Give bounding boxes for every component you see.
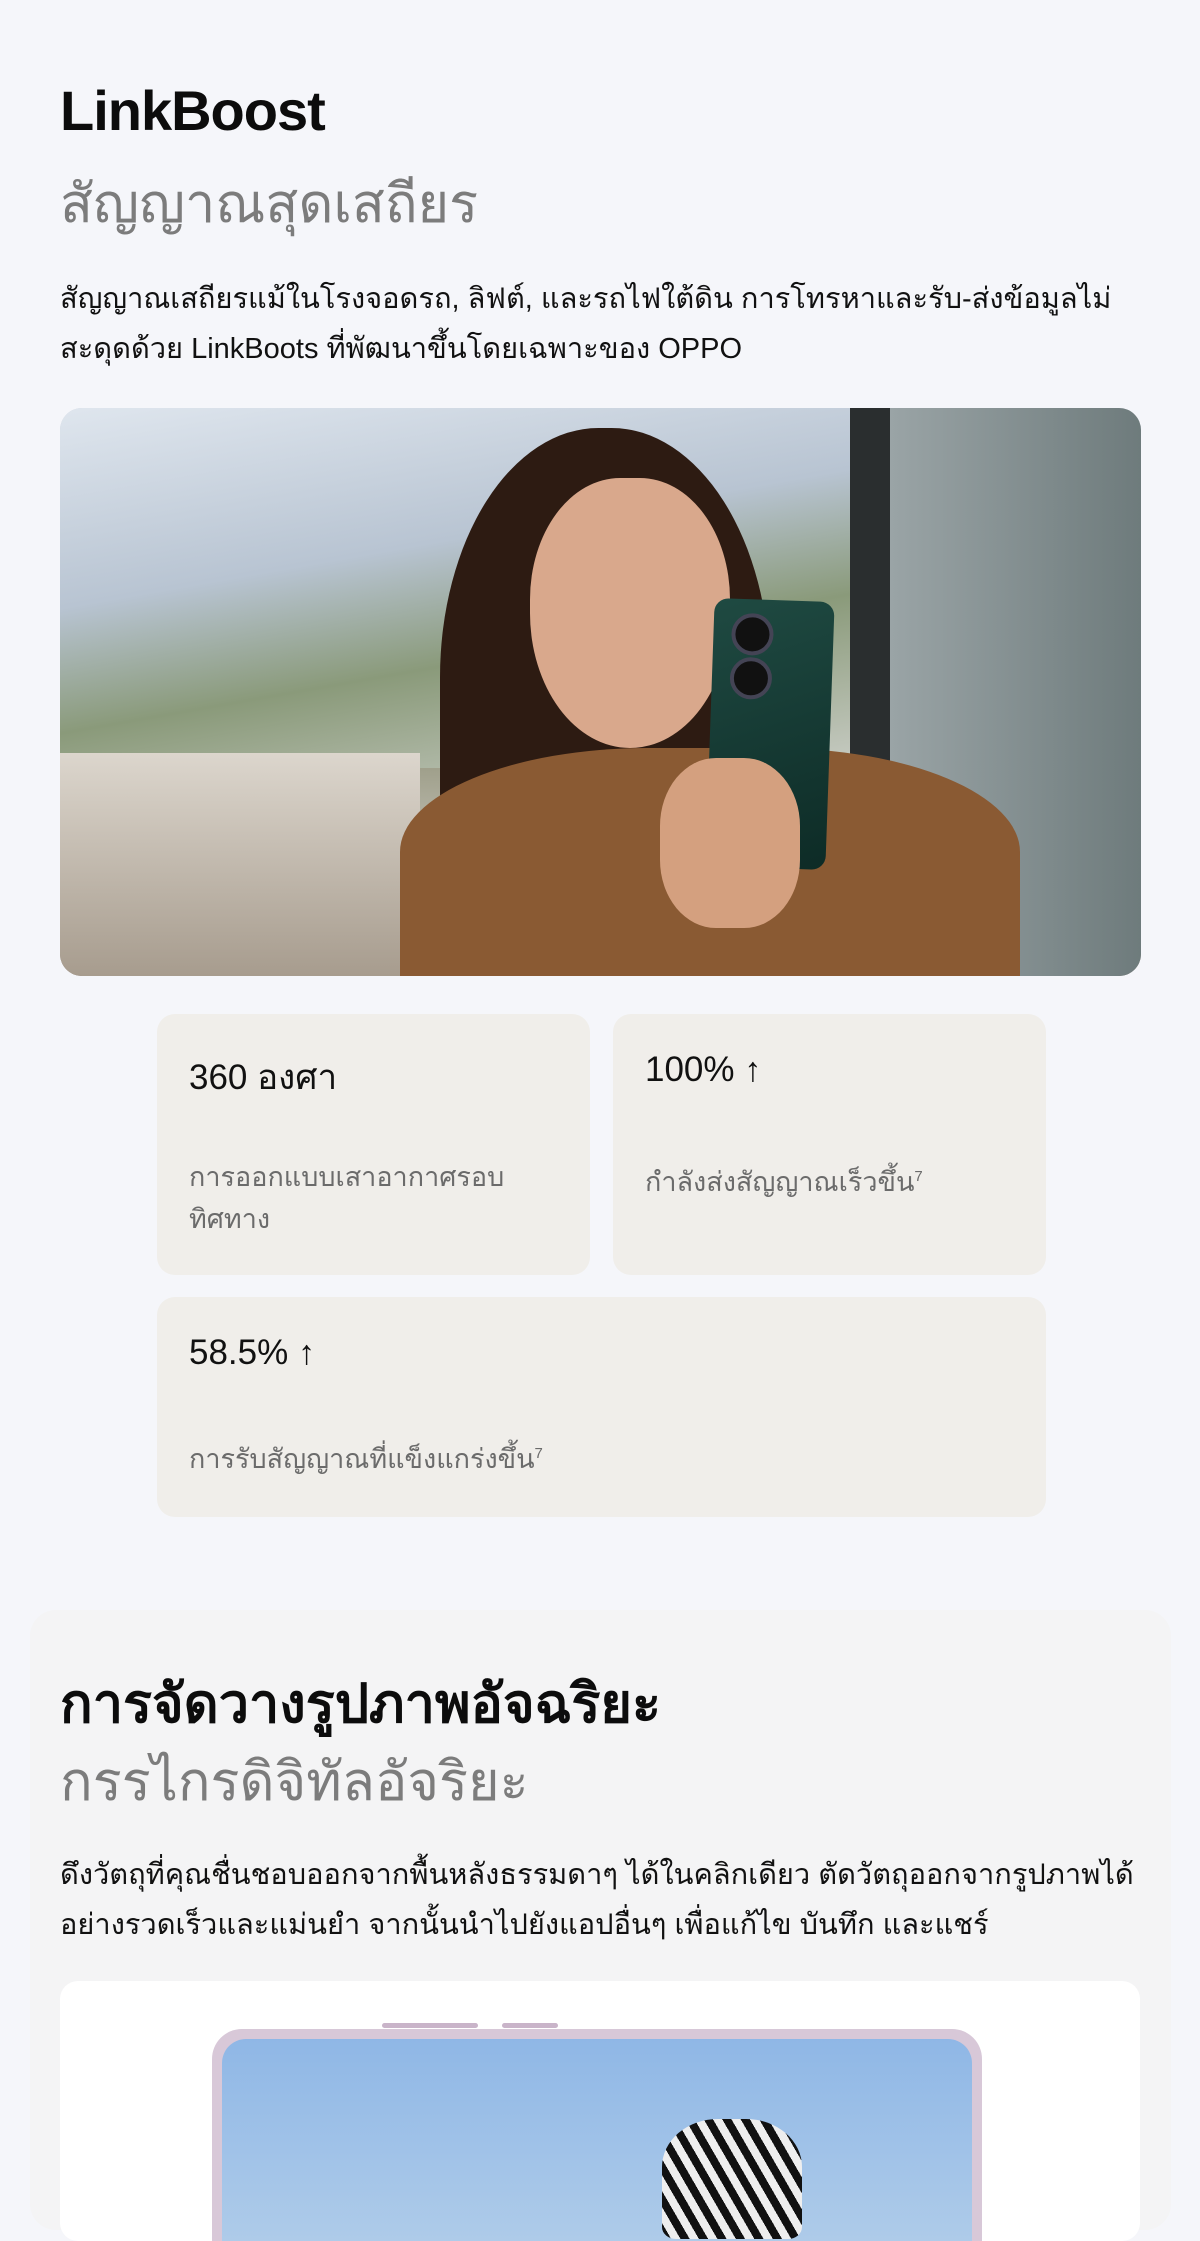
tablet-button [382,2023,478,2028]
arrow-up-icon: ↑ [297,1334,315,1372]
stat-card-transmit: 100% ↑ กำลังส่งสัญญาณเร็วขึ้น7 [613,1014,1046,1275]
stat-card-receive: 58.5% ↑ การรับสัญญาณที่แข็งแกร่งขึ้น7 [157,1297,1046,1517]
stat-label: กำลังส่งสัญญาณเร็วขึ้น7 [645,1167,923,1197]
tablet-screen [222,2039,972,2241]
zebra-image [662,2119,802,2239]
camera-lens-icon [730,612,775,657]
stat-label: การรับสัญญาณที่แข็งแกร่งขึ้น7 [189,1444,543,1474]
stat-value: 58.5% ↑ [189,1333,315,1372]
hand [660,758,800,928]
stat-value: 360 องศา [189,1058,338,1097]
footnote-marker[interactable]: 7 [535,1445,543,1462]
face [530,478,730,748]
tablet-button [502,2023,558,2028]
arrow-up-icon: ↑ [744,1051,762,1089]
hero-photo-woman-with-phone [60,408,1141,976]
window-sill [60,753,420,976]
stat-label: การออกแบบเสาอากาศรอบทิศทาง [189,1162,505,1234]
linkboost-section: LinkBoost สัญญาณสุดเสถียร สัญญาณเสถียรแม… [0,0,1200,1565]
stat-value: 100% ↑ [645,1050,762,1089]
section-title: การจัดวางรูปภาพอัจฉริยะ [60,1674,662,1734]
section-subtitle: สัญญาณสุดเสถียร [60,174,479,234]
section-title: LinkBoost [60,79,326,142]
smart-image-section: การจัดวางรูปภาพอัจฉริยะ กรรไกรดิจิทัลอัจ… [30,1610,1171,2241]
tablet-zebra-image [60,1981,1140,2241]
section-description: สัญญาณเสถียรแม้ในโรงจอดรถ, ลิฟต์, และรถไ… [60,283,1112,365]
section-subtitle: กรรไกรดิจิทัลอัจริยะ [60,1752,529,1812]
footnote-marker[interactable]: 7 [914,1168,922,1185]
tablet [212,2023,982,2241]
camera-lens-icon [729,656,773,701]
section-description: ดึงวัตถุที่คุณชื่นชอบออกจากพื้นหลังธรรมด… [60,1859,1134,1941]
stat-card-antenna: 360 องศา การออกแบบเสาอากาศรอบทิศทาง [157,1014,590,1275]
